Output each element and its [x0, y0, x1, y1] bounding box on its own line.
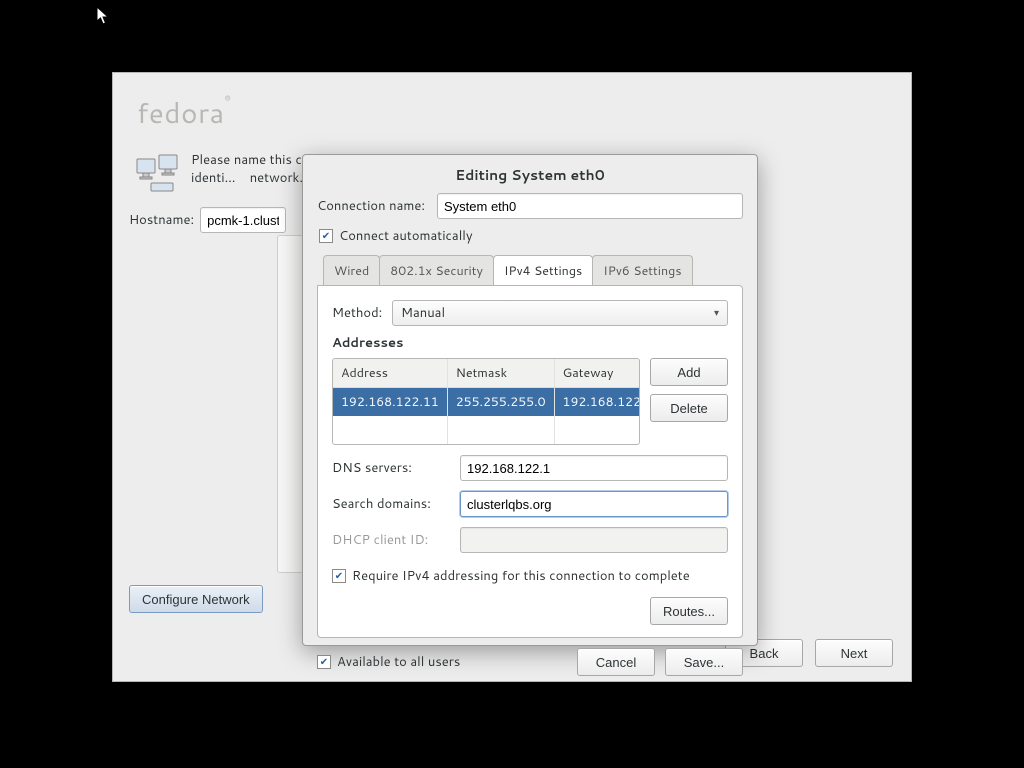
addresses-table[interactable]: Address Netmask Gateway 192.168.122.11 2… — [332, 358, 640, 445]
save-button[interactable]: Save... — [665, 648, 743, 676]
fedora-logo: fedora® — [137, 93, 231, 133]
address-row-empty[interactable] — [333, 416, 640, 444]
ipv4-settings-page: Method: Manual ▾ Addresses Address Netma… — [317, 285, 743, 638]
method-select[interactable]: Manual ▾ — [392, 300, 728, 326]
edit-connection-dialog: Editing System eth0 Connection name: ✔ C… — [302, 154, 758, 646]
cell-gateway: 192.168.122.1 — [554, 388, 640, 417]
computer-network-icon — [135, 153, 181, 193]
configure-network-button[interactable]: Configure Network — [129, 585, 263, 613]
method-value: Manual — [401, 304, 445, 322]
addresses-heading: Addresses — [332, 334, 728, 352]
tab-8021x-security[interactable]: 802.1x Security — [379, 255, 494, 285]
dhcp-client-id-input — [460, 527, 728, 553]
connect-automatically-label: Connect automatically — [339, 227, 473, 245]
col-address[interactable]: Address — [333, 359, 447, 388]
method-label: Method: — [332, 304, 392, 322]
connect-automatically-checkbox[interactable]: ✔ — [319, 229, 333, 243]
require-ipv4-label: Require IPv4 addressing for this connect… — [352, 567, 690, 585]
dialog-title: Editing System eth0 — [303, 155, 757, 193]
tab-ipv4-settings[interactable]: IPv4 Settings — [493, 255, 593, 285]
chevron-down-icon: ▾ — [714, 306, 719, 320]
add-address-button[interactable]: Add — [650, 358, 728, 386]
cell-netmask: 255.255.255.0 — [447, 388, 554, 417]
next-button[interactable]: Next — [815, 639, 893, 667]
available-all-users-checkbox[interactable]: ✔ — [317, 655, 331, 669]
cancel-button[interactable]: Cancel — [577, 648, 655, 676]
connection-name-input[interactable] — [437, 193, 743, 219]
hostname-label: Hostname: — [129, 211, 194, 229]
col-gateway[interactable]: Gateway — [554, 359, 640, 388]
tab-ipv6-settings[interactable]: IPv6 Settings — [592, 255, 692, 285]
dns-servers-input[interactable] — [460, 455, 728, 481]
routes-button[interactable]: Routes... — [650, 597, 728, 625]
dhcp-client-id-label: DHCP client ID: — [332, 531, 460, 549]
connection-name-label: Connection name: — [317, 197, 437, 215]
address-row[interactable]: 192.168.122.11 255.255.255.0 192.168.122… — [333, 388, 640, 417]
available-all-users-label: Available to all users — [337, 653, 460, 671]
search-domains-input[interactable] — [460, 491, 728, 517]
cell-address: 192.168.122.11 — [333, 388, 447, 417]
col-netmask[interactable]: Netmask — [447, 359, 554, 388]
hostname-input[interactable] — [200, 207, 286, 233]
require-ipv4-checkbox[interactable]: ✔ — [332, 569, 346, 583]
delete-address-button[interactable]: Delete — [650, 394, 728, 422]
settings-tabs: Wired 802.1x Security IPv4 Settings IPv6… — [317, 255, 743, 285]
dns-servers-label: DNS servers: — [332, 459, 460, 477]
search-domains-label: Search domains: — [332, 495, 460, 513]
mouse-cursor-icon — [96, 6, 112, 26]
tab-wired[interactable]: Wired — [323, 255, 380, 285]
